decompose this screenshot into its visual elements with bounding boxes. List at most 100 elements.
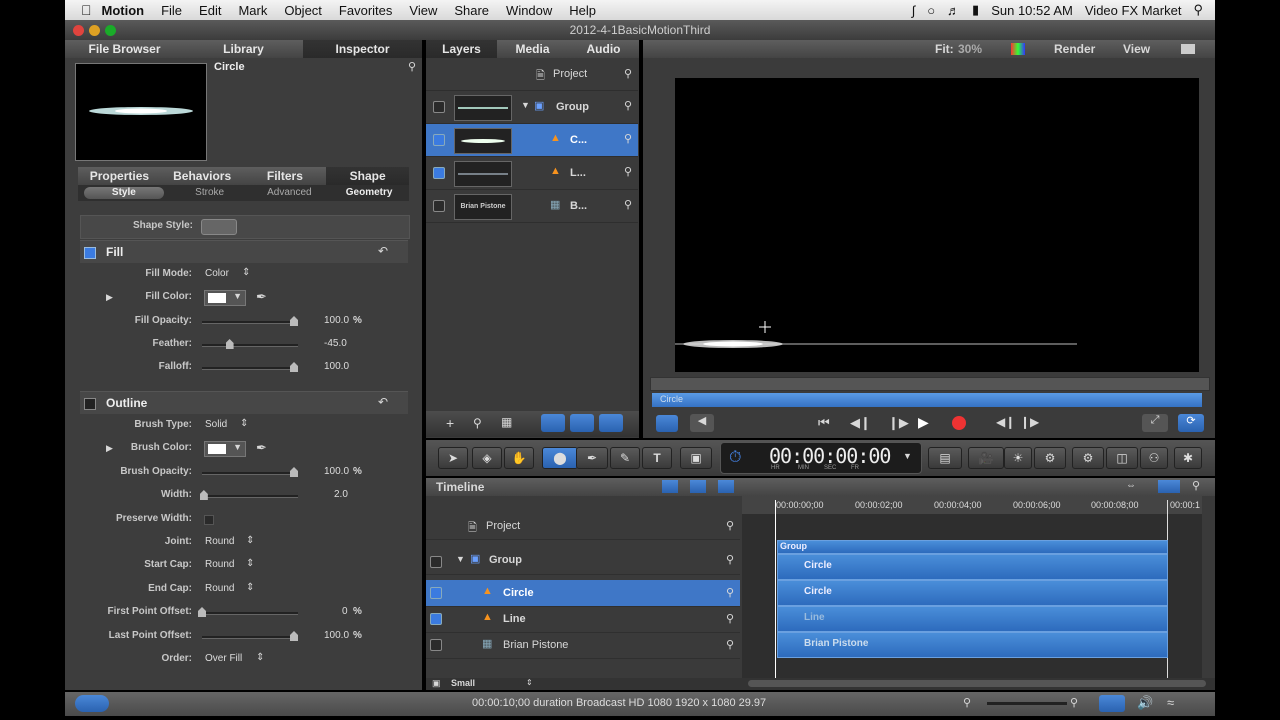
text-tool-icon[interactable]: T bbox=[642, 447, 672, 469]
last-offset-value[interactable]: 100.0 bbox=[324, 630, 349, 641]
timeline-bar-circle-1[interactable]: Circle bbox=[777, 554, 1168, 580]
first-offset-slider[interactable] bbox=[198, 607, 298, 617]
timeline-scrollbar[interactable] bbox=[748, 680, 1206, 687]
generator-icon[interactable]: ⚙ bbox=[1034, 447, 1066, 469]
menubar-user[interactable]: Video FX Market bbox=[1085, 3, 1182, 18]
tab-library[interactable]: Library bbox=[184, 40, 303, 58]
lock-icon[interactable]: ⚲ bbox=[726, 553, 734, 566]
end-cap-value[interactable]: Round bbox=[205, 583, 234, 594]
timeline-zoom-button[interactable] bbox=[1158, 480, 1180, 493]
battery-icon[interactable]: ▮ bbox=[972, 2, 979, 18]
loop-icon[interactable]: ⟳ bbox=[1178, 414, 1204, 432]
brush-opacity-value[interactable]: 100.0 bbox=[324, 466, 349, 477]
order-value[interactable]: Over Fill bbox=[205, 653, 242, 664]
record-icon[interactable] bbox=[952, 416, 966, 430]
falloff-slider[interactable] bbox=[202, 362, 298, 372]
window-layout-icon[interactable] bbox=[1181, 44, 1195, 54]
layer-circle-checkbox[interactable] bbox=[433, 134, 445, 146]
timeline-brian-checkbox[interactable] bbox=[430, 639, 442, 651]
add-icon[interactable]: + bbox=[446, 415, 454, 431]
disclosure-triangle-icon[interactable]: ▼ bbox=[521, 100, 530, 110]
tab-inspector[interactable]: Inspector bbox=[303, 40, 422, 58]
eyedropper-icon[interactable]: ✒ bbox=[256, 440, 267, 456]
brush-color-well[interactable]: ▼ bbox=[204, 441, 246, 457]
apple-icon[interactable]:  bbox=[81, 2, 92, 18]
menu-edit[interactable]: Edit bbox=[199, 3, 221, 18]
lock-icon[interactable]: ⚲ bbox=[624, 67, 632, 80]
lock-icon[interactable]: ⚲ bbox=[624, 132, 632, 145]
lock-icon[interactable]: ⚲ bbox=[624, 198, 632, 211]
volume-icon[interactable]: ♬ bbox=[947, 3, 960, 18]
group-collapse-checkbox[interactable] bbox=[430, 556, 442, 568]
timeline-bar-brian[interactable]: Brian Pistone bbox=[777, 632, 1168, 658]
tab-audio[interactable]: Audio bbox=[568, 40, 639, 58]
feather-value[interactable]: -45.0 bbox=[324, 338, 347, 349]
snapping-icon[interactable]: ⇔ bbox=[1126, 480, 1136, 491]
subtab-advanced[interactable]: Advanced bbox=[250, 185, 330, 201]
minimize-button[interactable] bbox=[89, 25, 100, 36]
timeline-bar-group[interactable]: Group bbox=[777, 540, 1168, 554]
tab-media[interactable]: Media bbox=[497, 40, 568, 58]
width-value[interactable]: 2.0 bbox=[334, 489, 348, 500]
tab-shape[interactable]: Shape bbox=[326, 167, 409, 185]
slider-knob[interactable] bbox=[199, 490, 208, 500]
disclosure-triangle-icon[interactable]: ▶ bbox=[106, 443, 113, 454]
canvas-viewport[interactable] bbox=[675, 78, 1199, 372]
tab-file-browser[interactable]: File Browser bbox=[65, 40, 184, 58]
zoom-slider[interactable] bbox=[987, 702, 1067, 705]
width-slider[interactable] bbox=[199, 490, 298, 500]
timeline-bar-line[interactable]: Line bbox=[777, 606, 1168, 632]
eyedropper-icon[interactable]: ✒ bbox=[256, 289, 267, 305]
timeline-row-brian[interactable]: ▦ Brian Pistone ⚲ bbox=[426, 632, 740, 659]
show-layers-button[interactable] bbox=[662, 480, 678, 493]
menu-help[interactable]: Help bbox=[569, 3, 596, 18]
fast-forward-icon[interactable]: ❙▶ bbox=[1020, 415, 1039, 429]
timecode-display[interactable]: ⏱ 00:00:00:00 HR MIN SEC FR ▼ bbox=[720, 442, 922, 474]
previous-frame-icon[interactable]: ◀❙ bbox=[850, 415, 871, 431]
fill-enable-checkbox[interactable] bbox=[84, 247, 96, 259]
lock-icon[interactable]: ⚲ bbox=[726, 519, 734, 532]
chevron-down-icon[interactable]: ▼ bbox=[903, 451, 912, 461]
timeline-row-line[interactable]: ▲ Line ⚲ bbox=[426, 606, 740, 633]
tab-filters[interactable]: Filters bbox=[244, 167, 327, 185]
keyframes-icon[interactable]: ≈ bbox=[1167, 695, 1174, 710]
replicator-icon[interactable]: ⚇ bbox=[1140, 447, 1168, 469]
slider-knob[interactable] bbox=[198, 607, 206, 617]
bezier-tool-icon[interactable]: ✒ bbox=[576, 447, 608, 469]
fill-color-well[interactable]: ▼ bbox=[204, 290, 246, 306]
timeline-circle-checkbox[interactable] bbox=[430, 587, 442, 599]
keyframe-editor-icon[interactable]: ▤ bbox=[928, 447, 962, 469]
tab-properties[interactable]: Properties bbox=[78, 167, 161, 185]
timeline-row-project[interactable]: 🗎 Project ⚲ bbox=[426, 513, 740, 540]
shape-style-popup[interactable] bbox=[201, 219, 237, 235]
canvas-mini-ruler[interactable] bbox=[650, 377, 1210, 391]
camera-icon[interactable]: 🎥 bbox=[968, 447, 1004, 469]
menu-object[interactable]: Object bbox=[284, 3, 322, 18]
light-icon[interactable]: ☀ bbox=[1004, 447, 1032, 469]
play-icon[interactable]: ▶ bbox=[918, 414, 929, 431]
reset-icon[interactable]: ↶ bbox=[378, 244, 388, 258]
lock-icon[interactable]: ⚲ bbox=[408, 60, 416, 73]
spotlight-icon[interactable]: ⚲ bbox=[1193, 2, 1203, 18]
reset-icon[interactable]: ↶ bbox=[378, 395, 388, 409]
zoom-out-icon[interactable]: ⚲ bbox=[963, 696, 971, 709]
joint-value[interactable]: Round bbox=[205, 536, 234, 547]
fill-opacity-slider[interactable] bbox=[202, 316, 298, 326]
view-effects-button[interactable] bbox=[599, 414, 623, 432]
view-layers-button[interactable] bbox=[541, 414, 565, 432]
filters-icon[interactable]: ◫ bbox=[1106, 447, 1138, 469]
disclosure-triangle-icon[interactable]: ▶ bbox=[106, 292, 113, 303]
last-offset-slider[interactable] bbox=[202, 631, 298, 641]
timeline-ruler[interactable]: 00:00:00;00 00:00:02;00 00:00:04;00 00:0… bbox=[742, 496, 1202, 514]
menu-share[interactable]: Share bbox=[454, 3, 489, 18]
layer-line-checkbox[interactable] bbox=[433, 167, 445, 179]
lock-icon[interactable]: ⚲ bbox=[726, 612, 734, 625]
slider-knob[interactable] bbox=[290, 362, 298, 372]
layer-brian-checkbox[interactable] bbox=[433, 200, 445, 212]
menu-file[interactable]: File bbox=[161, 3, 182, 18]
wifi-icon[interactable]: ○ bbox=[927, 3, 935, 18]
tab-behaviors[interactable]: Behaviors bbox=[161, 167, 244, 185]
fullscreen-icon[interactable]: ⤢ bbox=[1142, 414, 1168, 432]
timing-pane-toggle[interactable] bbox=[1099, 695, 1125, 712]
lock-icon[interactable]: ⚲ bbox=[726, 586, 734, 599]
